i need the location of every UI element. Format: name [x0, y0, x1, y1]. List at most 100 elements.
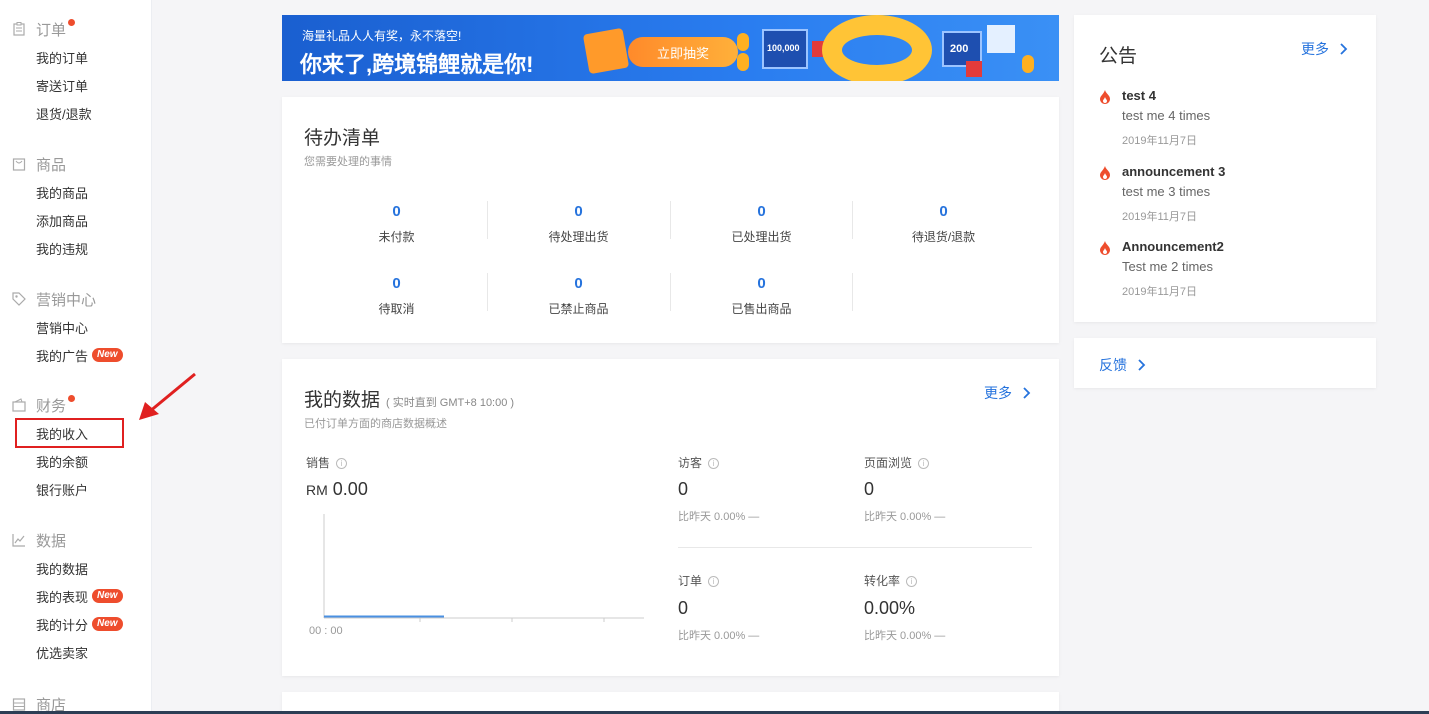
promo-banner[interactable]: 海量礼品人人有奖，永不落空! 你来了,跨境锦鲤就是你! 立即抽奖 100,000… — [282, 15, 1059, 81]
todo-item-sold-out[interactable]: 0 已售出商品 — [670, 273, 853, 321]
sidebar-section-header[interactable]: 财务 — [0, 393, 151, 417]
flame-icon — [1100, 90, 1110, 104]
sidebar-section-header[interactable]: 数据 — [0, 528, 151, 552]
metric-label-text: 订单 — [678, 574, 703, 588]
announcement-date: 2019年11月7日 — [1122, 286, 1198, 298]
chart-line-icon — [12, 533, 26, 547]
info-icon[interactable]: i — [708, 458, 720, 470]
sidebar-section-finance: 财务 我的收入 我的余额 银行账户 — [0, 393, 151, 503]
page-views-compare: 比昨天 0.00% — — [864, 511, 946, 523]
sidebar-section-marketing: 营销中心 营销中心 我的广告 New — [0, 287, 151, 369]
page-views-label: 页面浏览 i — [864, 454, 930, 471]
draw-now-button[interactable]: 立即抽奖 — [628, 37, 738, 67]
sales-value: RM 0.00 — [306, 479, 368, 500]
my-data-card: 我的数据 ( 实时直到 GMT+8 10:00 ) 已付订单方面的商店数据概述 更… — [282, 359, 1059, 676]
new-badge: New — [92, 589, 123, 603]
prize-cube-text: 200 — [950, 43, 969, 55]
sidebar-item-bank-account[interactable]: 银行账户 — [0, 475, 151, 503]
todo-count: 0 — [574, 203, 583, 220]
announcements-more-link[interactable]: 更多 — [1301, 39, 1349, 59]
todo-count: 0 — [757, 203, 766, 220]
coin-icon — [737, 53, 749, 71]
announcement-title: Announcement2 — [1122, 239, 1224, 254]
sidebar-item-my-ads[interactable]: 我的广告 New — [0, 341, 151, 369]
coin-icon — [1022, 55, 1034, 73]
sidebar-item-my-balance[interactable]: 我的余额 — [0, 447, 151, 475]
clipboard-icon — [12, 22, 26, 36]
conversion-compare: 比昨天 0.00% — — [864, 630, 946, 642]
sidebar-item-my-products[interactable]: 我的商品 — [0, 178, 151, 206]
todo-subtitle: 您需要处理的事情 — [304, 156, 392, 168]
metric-label-text: 访客 — [678, 456, 703, 470]
sidebar-item-add-product[interactable]: 添加商品 — [0, 206, 151, 234]
chevron-right-icon — [1023, 387, 1031, 399]
sidebar-item-label: 我的订单 — [36, 50, 89, 66]
orders-compare: 比昨天 0.00% — — [678, 630, 760, 642]
todo-item-shipped[interactable]: 0 已处理出货 — [670, 201, 853, 249]
todo-count: 0 — [392, 203, 401, 220]
store-icon — [12, 697, 26, 711]
sidebar-item-label: 我的表现 — [36, 589, 89, 605]
todo-label: 待处理出货 — [548, 230, 609, 244]
info-icon[interactable]: i — [906, 576, 918, 588]
visitors-value: 0 — [678, 479, 689, 499]
sidebar-section-data: 数据 我的数据 我的表现 New 我的计分 New 优选卖家 — [0, 528, 151, 666]
visitors-label: 访客 i — [678, 454, 720, 471]
info-icon[interactable]: i — [336, 458, 348, 470]
sidebar-item-preferred-seller[interactable]: 优选卖家 — [0, 638, 151, 666]
section-title: 财务 — [36, 397, 67, 415]
sidebar-item-label: 银行账户 — [36, 482, 89, 498]
todo-count: 0 — [757, 275, 766, 292]
info-icon[interactable]: i — [708, 576, 720, 588]
todo-title: 待办清单 — [304, 128, 381, 149]
notification-dot — [68, 18, 76, 26]
sidebar-item-label: 营销中心 — [36, 320, 89, 336]
sidebar-item-my-score[interactable]: 我的计分 New — [0, 610, 151, 638]
page-views-value: 0 — [864, 479, 875, 499]
sidebar-item-my-performance[interactable]: 我的表现 New — [0, 582, 151, 610]
announcements-card: 公告 更多 test 4 test me 4 times 2019年11月7日 … — [1074, 15, 1376, 322]
todo-count: 0 — [574, 275, 583, 292]
metric-label-text: 页面浏览 — [864, 456, 913, 470]
todo-card: 待办清单 您需要处理的事情 0 未付款 0 待处理出货 0 已处理出货 0 待退货/退款… — [282, 97, 1059, 343]
prize-cube-text: 100,000 — [767, 43, 800, 53]
announcement-title: test 4 — [1122, 88, 1156, 103]
todo-item-pending-return[interactable]: 0 待退货/退款 — [852, 201, 1035, 249]
announcement-title: announcement 3 — [1122, 164, 1226, 179]
chevron-right-icon — [1138, 359, 1146, 371]
sidebar-item-my-orders[interactable]: 我的订单 — [0, 43, 151, 71]
divider — [852, 273, 853, 311]
announcement-date: 2019年11月7日 — [1122, 135, 1198, 147]
more-label: 更多 — [1301, 41, 1329, 57]
metric-label-text: 转化率 — [864, 574, 901, 588]
todo-item-unpaid[interactable]: 0 未付款 — [305, 201, 488, 249]
sidebar-item-shipping-orders[interactable]: 寄送订单 — [0, 71, 151, 99]
section-title: 商品 — [36, 156, 67, 174]
banner-headline: 你来了,跨境锦鲤就是你! — [300, 52, 534, 77]
todo-item-to-cancel[interactable]: 0 待取消 — [305, 273, 488, 321]
orders-value: 0 — [678, 598, 689, 618]
announcement-date: 2019年11月7日 — [1122, 211, 1198, 223]
todo-item-to-ship[interactable]: 0 待处理出货 — [487, 201, 670, 249]
conversion-label: 转化率 i — [864, 572, 918, 589]
sidebar-item-returns[interactable]: 退货/退款 — [0, 99, 151, 127]
my-data-title: 我的数据 ( 实时直到 GMT+8 10:00 ) — [304, 385, 514, 412]
sales-amount: 0.00 — [332, 479, 368, 499]
my-data-subtitle: 已付订单方面的商店数据概述 — [304, 418, 447, 430]
next-card — [282, 692, 1059, 711]
sidebar-item-marketing-center[interactable]: 营销中心 — [0, 313, 151, 341]
sidebar: 订单 我的订单 寄送订单 退货/退款 商品 我的商品 添加商品 我的违规 营销中… — [0, 0, 152, 714]
sidebar-item-violations[interactable]: 我的违规 — [0, 234, 151, 262]
todo-item-banned[interactable]: 0 已禁止商品 — [487, 273, 670, 321]
sidebar-section-header[interactable]: 商品 — [0, 152, 151, 176]
sidebar-section-header[interactable]: 订单 — [0, 17, 151, 41]
sidebar-section-header[interactable]: 营销中心 — [0, 287, 151, 311]
sidebar-item-my-data[interactable]: 我的数据 — [0, 554, 151, 582]
info-icon[interactable]: i — [918, 458, 930, 470]
my-data-more-link[interactable]: 更多 — [984, 383, 1032, 403]
feedback-card: 反馈 — [1074, 338, 1376, 388]
banner-small-text: 海量礼品人人有奖，永不落空! — [302, 29, 462, 43]
sidebar-item-label: 寄送订单 — [36, 78, 89, 94]
feedback-link[interactable]: 反馈 — [1099, 355, 1147, 375]
announcement-desc: test me 4 times — [1122, 108, 1211, 123]
